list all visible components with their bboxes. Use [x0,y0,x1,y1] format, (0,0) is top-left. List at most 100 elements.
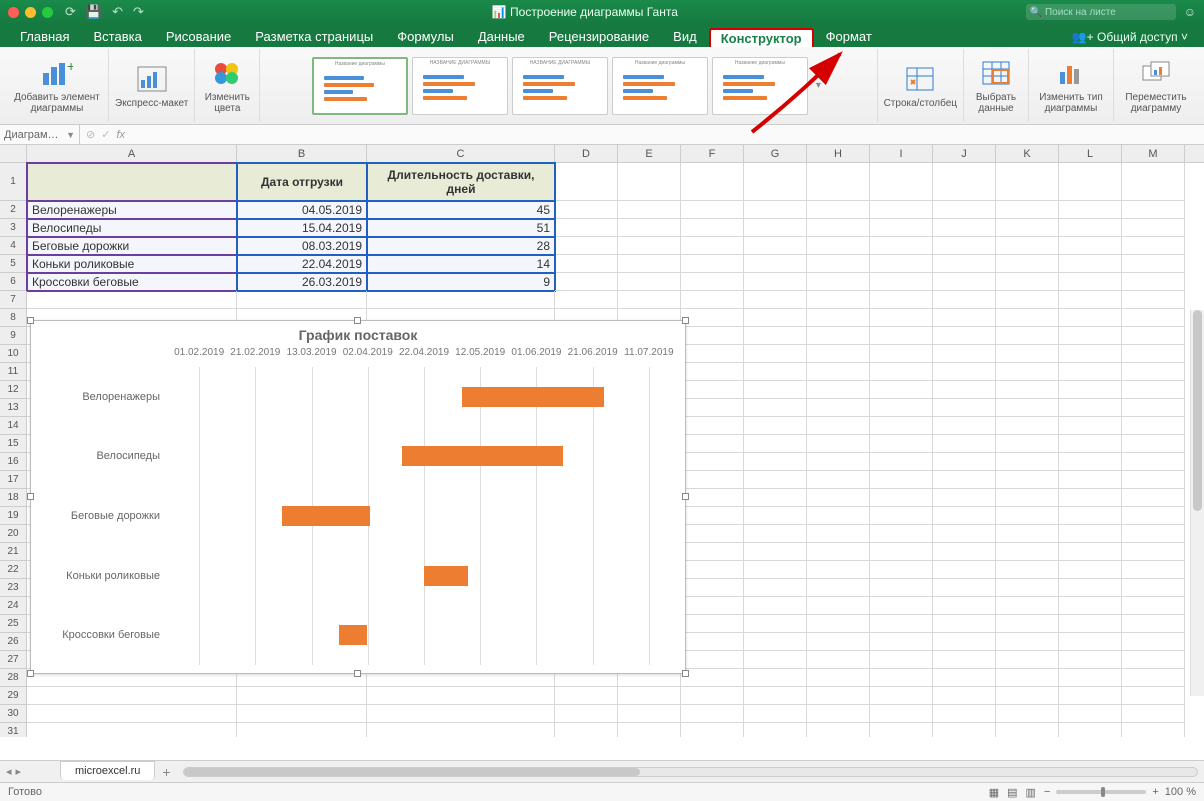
cell[interactable] [996,651,1059,669]
row-header[interactable]: 16 [0,453,27,471]
cell[interactable] [1059,705,1122,723]
cell[interactable] [807,525,870,543]
cell[interactable] [1059,219,1122,237]
cell[interactable] [681,651,744,669]
row-header[interactable]: 2 [0,201,27,219]
cell[interactable] [1122,399,1185,417]
cell[interactable] [744,381,807,399]
cell[interactable] [744,237,807,255]
cell[interactable] [681,561,744,579]
cell[interactable] [1059,309,1122,327]
tab-data[interactable]: Данные [466,26,537,47]
cell[interactable] [870,327,933,345]
cell[interactable] [870,435,933,453]
change-colors-button[interactable]: Изменить цвета [195,49,260,122]
save-icon[interactable]: 💾 [86,4,102,20]
cell[interactable] [996,615,1059,633]
cell[interactable] [367,687,555,705]
move-chart-button[interactable]: Переместить диаграмму [1114,49,1198,122]
gantt-bar[interactable] [402,446,563,466]
cell[interactable] [237,291,367,309]
cell[interactable] [870,579,933,597]
cell[interactable]: Кроссовки беговые [27,273,237,291]
column-header[interactable]: K [996,145,1059,162]
gantt-bar[interactable] [424,566,468,586]
cell[interactable] [933,525,996,543]
cell[interactable] [1122,507,1185,525]
column-header[interactable]: L [1059,145,1122,162]
add-chart-element-button[interactable]: + Добавить элемент диаграммы [6,49,109,122]
cell[interactable] [1122,435,1185,453]
column-header[interactable]: G [744,145,807,162]
cell[interactable] [618,219,681,237]
cell[interactable] [933,507,996,525]
cell[interactable] [870,237,933,255]
cell[interactable] [27,723,237,737]
sheet-nav[interactable]: ◂▸ [0,765,60,778]
tab-format[interactable]: Формат [814,26,884,47]
cell[interactable] [681,201,744,219]
cell[interactable] [681,543,744,561]
cell[interactable] [744,453,807,471]
row-header[interactable]: 19 [0,507,27,525]
resize-handle[interactable] [27,317,34,324]
cell[interactable] [681,163,744,201]
add-sheet-button[interactable]: + [155,764,177,780]
column-header[interactable]: I [870,145,933,162]
tab-home[interactable]: Главная [8,26,81,47]
cell[interactable] [996,633,1059,651]
row-header[interactable]: 7 [0,291,27,309]
cell[interactable]: 51 [367,219,555,237]
cell[interactable] [807,723,870,737]
cell[interactable] [870,201,933,219]
cell[interactable] [1059,543,1122,561]
cell[interactable]: 28 [367,237,555,255]
row-header[interactable]: 22 [0,561,27,579]
cell[interactable] [1059,399,1122,417]
cell[interactable] [681,453,744,471]
cell[interactable] [1122,345,1185,363]
cell[interactable] [1059,273,1122,291]
row-header[interactable]: 17 [0,471,27,489]
cell[interactable] [1059,687,1122,705]
tab-page-layout[interactable]: Разметка страницы [243,26,385,47]
cell[interactable] [933,201,996,219]
cell[interactable] [807,453,870,471]
cell[interactable] [555,201,618,219]
chart-style-1[interactable]: Название диаграммы [312,57,408,115]
resize-handle[interactable] [354,670,361,677]
cell[interactable] [807,633,870,651]
cell[interactable] [1059,669,1122,687]
cell[interactable] [237,705,367,723]
cell[interactable] [744,291,807,309]
tab-formulas[interactable]: Формулы [385,26,466,47]
cell[interactable] [1122,687,1185,705]
cell[interactable] [744,327,807,345]
gantt-bar[interactable] [282,506,371,526]
cell[interactable] [870,723,933,737]
row-header[interactable]: 4 [0,237,27,255]
autosave-icon[interactable]: ⟳ [65,4,76,20]
cell[interactable] [744,615,807,633]
cell[interactable]: Длительность доставки, дней [367,163,555,201]
cell[interactable] [933,327,996,345]
cell[interactable] [996,669,1059,687]
cell[interactable] [1059,237,1122,255]
cell[interactable] [870,453,933,471]
cell[interactable] [1059,525,1122,543]
chart-plot-area[interactable]: ВелоренажерыВелосипедыБеговые дорожкиКон… [171,367,677,665]
cell[interactable]: 9 [367,273,555,291]
cell[interactable] [1122,615,1185,633]
cell[interactable]: 45 [367,201,555,219]
cell[interactable]: Велосипеды [27,219,237,237]
cell[interactable] [807,345,870,363]
cell[interactable] [996,471,1059,489]
cell[interactable] [744,633,807,651]
cell[interactable] [1122,273,1185,291]
cell[interactable] [1059,417,1122,435]
cell[interactable] [933,615,996,633]
cell[interactable] [807,597,870,615]
cell[interactable] [555,705,618,723]
cell[interactable] [870,219,933,237]
cell[interactable]: Дата отгрузки [237,163,367,201]
